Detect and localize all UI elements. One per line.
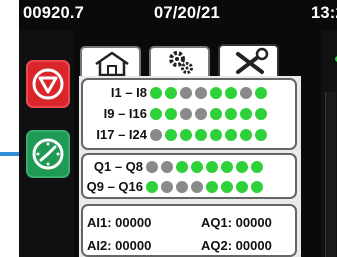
io-dot xyxy=(251,160,263,173)
io-dot xyxy=(180,107,192,120)
digital-inputs-card: I1 – I8 I9 – I16 I17 – I24 xyxy=(81,78,297,150)
level-bar xyxy=(325,92,336,257)
digital-outputs-card: Q1 – Q8 Q9 – Q16 xyxy=(81,153,297,199)
tab-settings[interactable] xyxy=(149,46,210,76)
io-dot xyxy=(225,86,237,99)
io-dot xyxy=(210,107,222,120)
io-dot xyxy=(240,86,252,99)
output-row: Q9 – Q16 xyxy=(81,179,266,194)
aq2-readout: AQ2: 00000 xyxy=(201,238,272,253)
io-dot xyxy=(206,160,218,173)
io-dot xyxy=(236,160,248,173)
io-dot xyxy=(195,128,207,141)
io-dot xyxy=(210,86,222,99)
io-dot xyxy=(150,86,162,99)
tools-icon xyxy=(236,47,269,74)
input-row-label: I9 – I16 xyxy=(103,106,147,121)
io-dot xyxy=(176,180,188,193)
clock-icon xyxy=(32,138,64,170)
input-row-label: I17 – I24 xyxy=(96,127,147,142)
output-row-label: Q9 – Q16 xyxy=(86,179,143,194)
io-dot xyxy=(161,180,173,193)
io-dot xyxy=(150,107,162,120)
input-row: I1 – I8 xyxy=(85,85,270,100)
io-dot xyxy=(225,107,237,120)
io-dot xyxy=(221,180,233,193)
home-icon xyxy=(95,51,129,77)
io-dot xyxy=(150,128,162,141)
io-dot xyxy=(225,128,237,141)
io-dot xyxy=(251,180,263,193)
output-row: Q1 – Q8 xyxy=(81,159,266,174)
io-dot xyxy=(176,160,188,173)
io-dot xyxy=(255,107,267,120)
io-dot xyxy=(180,86,192,99)
screenshot: 00920.7 07/20/21 13:2 xyxy=(0,0,337,257)
io-dot xyxy=(191,160,203,173)
time-readout: 13:2 xyxy=(311,4,337,22)
io-dot xyxy=(195,86,207,99)
counter-readout: 00920.7 xyxy=(23,4,85,22)
io-dot xyxy=(240,107,252,120)
gears-icon xyxy=(169,51,193,74)
io-dot xyxy=(165,128,177,141)
io-dot xyxy=(146,180,158,193)
clock-button[interactable] xyxy=(26,130,70,178)
io-dot xyxy=(180,128,192,141)
io-dot xyxy=(161,160,173,173)
io-dot xyxy=(236,180,248,193)
input-row: I17 – I24 xyxy=(85,127,270,142)
io-dot xyxy=(165,86,177,99)
io-dot xyxy=(146,160,158,173)
io-dot xyxy=(210,128,222,141)
date-readout: 07/20/21 xyxy=(154,4,220,22)
tab-home[interactable] xyxy=(80,46,141,77)
stop-button[interactable] xyxy=(26,60,70,108)
ai2-readout: AI2: 00000 xyxy=(87,238,152,253)
io-dot xyxy=(255,86,267,99)
input-row-label: I1 – I8 xyxy=(110,85,147,100)
io-dot xyxy=(240,128,252,141)
io-dot xyxy=(255,128,267,141)
stop-icon xyxy=(32,68,64,100)
io-dot xyxy=(221,160,233,173)
aq1-readout: AQ1: 00000 xyxy=(201,215,272,230)
io-dot xyxy=(195,107,207,120)
io-dot xyxy=(191,180,203,193)
output-row-label: Q1 – Q8 xyxy=(93,159,143,174)
input-row: I9 – I16 xyxy=(85,106,270,121)
ai1-readout: AI1: 00000 xyxy=(87,215,152,230)
io-dot xyxy=(206,180,218,193)
tab-tools[interactable] xyxy=(218,44,279,76)
analog-values-card: AI1: 00000 AQ1: 00000 AI2: 00000 AQ2: 00… xyxy=(81,204,297,257)
io-dot xyxy=(165,107,177,120)
